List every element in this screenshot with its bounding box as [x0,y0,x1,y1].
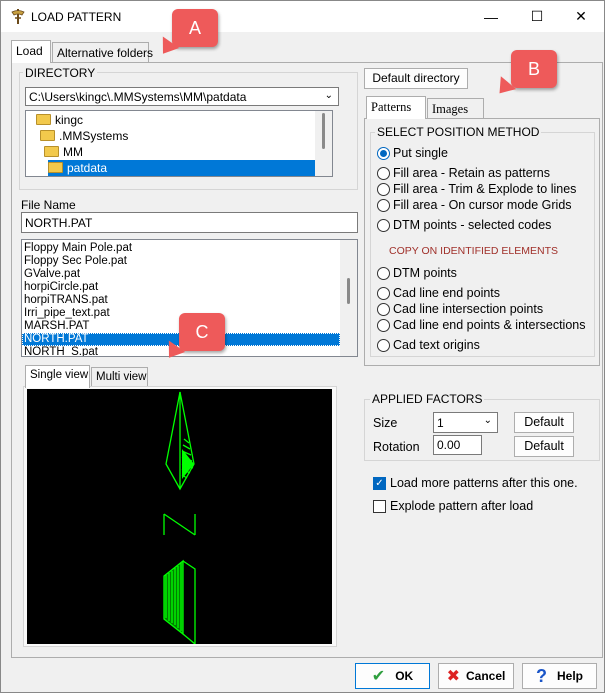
radio-cad-line-end[interactable]: Cad line end points [377,285,500,301]
rotation-label: Rotation [373,440,420,454]
checkbox-indicator[interactable] [373,499,386,513]
radio-dtm-points[interactable]: DTM points [377,265,457,281]
rotation-default-button[interactable]: Default [514,436,574,457]
radio-indicator[interactable] [377,266,390,280]
radio-indicator[interactable] [377,302,390,316]
chevron-down-icon: ⌄ [324,90,333,101]
checkmark-icon[interactable]: ✓ [373,476,386,490]
tree-item-mmsystems[interactable]: .MMSystems [40,128,128,144]
file-name-input[interactable]: NORTH.PAT [21,212,358,233]
radio-fill-cursor-grids[interactable]: Fill area - On cursor mode Grids [377,197,572,213]
radio-indicator[interactable] [377,166,390,180]
load-pattern-dialog: LOAD PATTERN — ☐ ✕ A Load Alternative fo… [0,0,605,693]
tree-item-mm[interactable]: MM [44,144,83,160]
radio-indicator[interactable] [377,338,390,352]
directory-path-value: C:\Users\kingc\.MMSystems\MM\patdata [29,90,247,104]
position-method-label: SELECT POSITION METHOD [375,125,542,139]
size-dropdown[interactable]: 1 ⌄ [433,412,498,433]
folder-icon [40,130,55,141]
checkbox-load-more-patterns[interactable]: ✓ Load more patterns after this one. [373,475,578,491]
help-button[interactable]: ? Help [522,663,597,689]
file-name-label: File Name [21,198,76,212]
pattern-preview-canvas [27,389,332,644]
radio-indicator[interactable] [377,146,390,160]
size-value: 1 [437,416,444,430]
file-list-item[interactable]: Floppy Sec Pole.pat [22,255,357,268]
folder-icon [44,146,59,157]
radio-indicator[interactable] [377,182,390,196]
radio-indicator[interactable] [377,198,390,212]
window-title: LOAD PATTERN [31,10,122,24]
help-icon: ? [535,665,547,686]
tab-alternative-folders[interactable]: Alternative folders [52,42,153,63]
tab-single-view[interactable]: Single view [25,365,90,388]
file-list-item[interactable]: horpiCircle.pat [22,281,357,294]
directory-tree[interactable]: kingc .MMSystems MM patdata [25,110,333,177]
file-list-item[interactable]: GValve.pat [22,268,357,281]
radio-put-single[interactable]: Put single [377,145,448,161]
file-list-item[interactable]: Floppy Main Pole.pat [22,242,357,255]
title-bar[interactable]: LOAD PATTERN — ☐ ✕ [1,1,604,32]
radio-indicator[interactable] [377,318,390,332]
directory-tree-scrollbar[interactable] [315,111,332,176]
radio-fill-trim-explode[interactable]: Fill area - Trim & Explode to lines [377,181,576,197]
radio-dtm-selected-codes[interactable]: DTM points - selected codes [377,217,551,233]
callout-b: B [511,50,557,88]
default-directory-button[interactable]: Default directory [364,68,468,89]
tree-item-kingc[interactable]: kingc [36,112,83,128]
checkbox-explode-pattern[interactable]: Explode pattern after load [373,498,533,514]
tab-patterns[interactable]: Patterns [366,96,426,119]
radio-cad-line-end-intersections[interactable]: Cad line end points & intersections [377,317,585,333]
maximize-button[interactable]: ☐ [514,1,560,32]
chevron-down-icon: ⌄ [483,415,492,426]
copy-on-identified-header: COPY ON IDENTIFIED ELEMENTS [389,245,558,257]
tab-multi-view[interactable]: Multi view [91,367,148,388]
applied-factors-label: APPLIED FACTORS [370,392,485,406]
radio-indicator[interactable] [377,218,390,232]
minimize-button[interactable]: — [468,1,514,32]
file-list-scrollbar[interactable] [340,240,357,356]
callout-a: A [172,9,218,47]
cancel-button[interactable]: ✖ Cancel [438,663,514,689]
folder-icon [36,114,51,125]
directory-path-dropdown[interactable]: C:\Users\kingc\.MMSystems\MM\patdata ⌄ [25,87,339,106]
radio-fill-retain[interactable]: Fill area - Retain as patterns [377,165,550,181]
file-list-item[interactable]: horpiTRANS.pat [22,294,357,307]
scroll-thumb[interactable] [322,113,325,149]
scroll-thumb[interactable] [347,278,350,304]
radio-cad-text-origins[interactable]: Cad text origins [377,337,480,353]
radio-cad-line-intersection[interactable]: Cad line intersection points [377,301,543,317]
radio-indicator[interactable] [377,286,390,300]
open-folder-icon [48,162,63,173]
tab-images[interactable]: Images [427,98,484,119]
directory-label: DIRECTORY [23,66,98,80]
close-button[interactable]: ✕ [558,1,604,32]
tree-item-patdata[interactable]: patdata [48,160,320,176]
app-icon [11,9,25,24]
cancel-x-icon: ✖ [446,668,461,685]
size-label: Size [373,416,398,430]
check-icon: ✔ [371,668,386,685]
size-default-button[interactable]: Default [514,412,574,433]
tab-load[interactable]: Load [11,40,51,63]
rotation-input[interactable]: 0.00 [433,435,482,455]
callout-c: C [179,313,225,351]
ok-button[interactable]: ✔ OK [355,663,430,689]
